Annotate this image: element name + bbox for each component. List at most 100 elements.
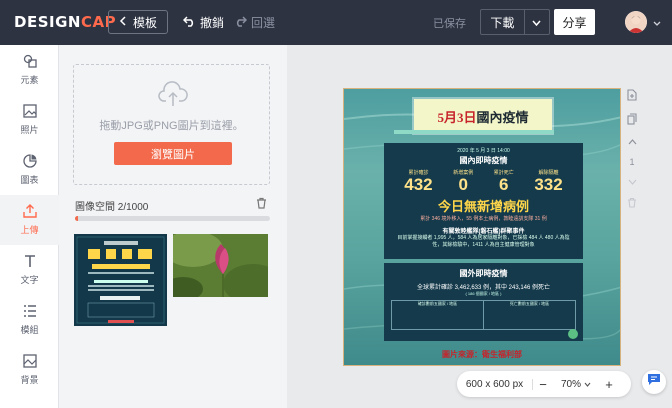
back-label: 模板 xyxy=(132,15,157,30)
stat-confirmed: 累計確診 432 xyxy=(404,169,432,194)
copy-page-icon[interactable] xyxy=(627,113,637,127)
global-total: 全球累計確診 3,462,633 例，其中 243,146 例死亡 xyxy=(416,285,551,291)
avatar xyxy=(625,11,647,33)
uploaded-image-thumbnail[interactable] xyxy=(74,234,167,326)
zoom-out-button[interactable]: − xyxy=(533,377,553,392)
table-confirmed: 確診數前五國家 / 地區 xyxy=(392,301,484,329)
stat-new: 新增案例 0 xyxy=(453,169,473,194)
chevron-left-icon xyxy=(119,15,127,29)
modules-icon xyxy=(23,304,37,320)
share-button[interactable]: 分享 xyxy=(554,9,595,35)
cloud-upload-icon xyxy=(158,81,188,112)
canvas-size[interactable]: 600 x 600 px xyxy=(457,378,533,390)
poster-title-rest: 國內疫情 xyxy=(476,109,529,125)
move-up-icon[interactable] xyxy=(628,137,637,147)
poster-date: 2020 年 5 月 3 日 14:00 xyxy=(457,148,510,154)
canvas-area: 5月3日 國內疫情 2020 年 5 月 3 日 14:00 國內即時疫情 累計確… xyxy=(287,45,672,408)
sidebar-item-background[interactable]: 背景 xyxy=(0,345,59,395)
account-menu[interactable] xyxy=(625,11,661,33)
global-stats-block[interactable]: 國外即時疫情 全球累計確診 3,462,633 例，其中 243,146 例死亡… xyxy=(384,263,583,341)
undo-label: 撤銷 xyxy=(200,16,225,30)
sidebar-item-text[interactable]: 文字 xyxy=(0,245,59,295)
design-canvas[interactable]: 5月3日 國內疫情 2020 年 5 月 3 日 14:00 國內即時疫情 累計確… xyxy=(343,88,621,366)
sidebar-item-upload[interactable]: 上傳 xyxy=(0,195,59,245)
move-down-icon[interactable] xyxy=(628,177,637,187)
stat-value: 432 xyxy=(404,175,433,194)
zoom-in-button[interactable]: + xyxy=(599,377,619,392)
redo-label: 回選 xyxy=(251,16,276,30)
stat-deaths: 累計死亡 6 xyxy=(494,169,514,194)
upload-panel: 拖動JPG或PNG圖片到這裡。 瀏覽圖片 圖像空間 2/1000 xyxy=(59,45,287,408)
undo-button[interactable]: 撤銷 xyxy=(182,14,225,31)
download-label: 下載 xyxy=(490,15,515,30)
zoom-bar: 600 x 600 px − 70% + xyxy=(457,371,631,397)
poster-title-date: 5月3日 xyxy=(437,109,477,125)
uploaded-image-thumbnail[interactable] xyxy=(173,234,268,297)
download-button[interactable]: 下載 xyxy=(480,9,550,35)
background-icon xyxy=(22,354,37,370)
dropzone-instructions: 拖動JPG或PNG圖片到這裡。 xyxy=(99,120,244,132)
chat-support-button[interactable] xyxy=(642,370,666,394)
undo-icon xyxy=(182,15,196,30)
chevron-down-icon xyxy=(584,379,591,390)
text-icon xyxy=(23,254,37,270)
sidebar-item-label: 照片 xyxy=(20,125,39,135)
top-countries-table: 確診數前五國家 / 地區 死亡數前五國家 / 地區 xyxy=(391,300,576,330)
top-bar: DESIGNCAP 模板 撤銷 回選 已保存 下載 分享 xyxy=(0,0,672,45)
upload-icon xyxy=(22,204,37,220)
sidebar-item-photos[interactable]: 照片 xyxy=(0,95,59,145)
storage-usage-fill xyxy=(75,216,78,221)
upload-dropzone[interactable]: 拖動JPG或PNG圖片到這裡。 瀏覽圖片 xyxy=(73,64,270,185)
table-header: 死亡數前五國家 / 地區 xyxy=(509,301,550,306)
event-title: 有關敦睦艦隊(磐石艦)群聚事件 xyxy=(442,229,525,235)
chevron-down-icon xyxy=(653,13,661,31)
sidebar-item-label: 文字 xyxy=(20,275,39,285)
storage-usage-label: 圖像空間 2/1000 xyxy=(75,202,149,213)
elements-icon xyxy=(23,54,37,70)
event-body: 目前掌握接觸者 1,995 人，584 人為居家隔離對象，已採檢 484 人 4… xyxy=(397,235,570,248)
table-header: 確診數前五國家 / 地區 xyxy=(417,301,458,306)
redo-icon xyxy=(234,15,248,30)
trash-icon[interactable] xyxy=(256,196,267,214)
hospital-logo-icon xyxy=(568,329,578,339)
page-tools: 1 xyxy=(625,89,639,210)
browse-images-button[interactable]: 瀏覽圖片 xyxy=(114,142,232,165)
title-underline xyxy=(394,130,554,134)
domestic-heading: 國內即時疫情 xyxy=(459,156,508,165)
image-source: 圖片來源：衛生福利部 xyxy=(442,350,522,359)
global-countries: ( 186 個國家 / 地區 ) xyxy=(465,291,502,296)
add-page-icon[interactable] xyxy=(627,89,637,103)
sidebar-item-charts[interactable]: 圖表 xyxy=(0,145,59,195)
stat-value: 6 xyxy=(499,175,509,194)
stat-value: 0 xyxy=(458,175,468,194)
chat-icon xyxy=(647,373,661,391)
poster-title[interactable]: 5月3日 國內疫情 xyxy=(414,99,552,133)
download-dropdown[interactable] xyxy=(523,10,549,34)
zoom-level: 70% xyxy=(560,378,581,390)
sidebar-item-modules[interactable]: 模組 xyxy=(0,295,59,345)
back-to-templates-button[interactable]: 模板 xyxy=(108,10,168,34)
chevron-down-icon xyxy=(532,15,541,29)
zoom-select[interactable]: 70% xyxy=(553,379,599,390)
table-deaths: 死亡數前五國家 / 地區 xyxy=(484,301,575,329)
chart-icon xyxy=(22,154,37,170)
photo-icon xyxy=(22,104,37,120)
sidebar-item-elements[interactable]: 元素 xyxy=(0,45,59,95)
saved-status: 已保存 xyxy=(433,18,466,30)
designcap-logo[interactable]: DESIGNCAP xyxy=(14,13,116,31)
domestic-stats-block[interactable]: 2020 年 5 月 3 日 14:00 國內即時疫情 累計確診 432 新增案例… xyxy=(384,143,583,259)
sidebar-item-label: 模組 xyxy=(20,325,39,335)
left-sidebar: 元素 照片 圖表 上傳 文字 模組 背景 xyxy=(0,45,59,408)
no-new-cases-heading: 今日無新增病例 xyxy=(437,199,529,214)
delete-page-icon[interactable] xyxy=(627,197,637,210)
no-new-cases-sub: 累計 346 境外移入，55 例本土病例，敦睦遠訓支隊 31 例 xyxy=(420,216,547,222)
stat-released: 解除隔離 332 xyxy=(534,169,562,194)
storage-usage-bar xyxy=(75,216,270,221)
stats-row: 累計確診 432 新增案例 0 累計死亡 6 解除隔離 332 xyxy=(384,169,583,194)
redo-button[interactable]: 回選 xyxy=(234,14,275,31)
global-heading: 國外即時疫情 xyxy=(459,269,508,278)
sidebar-item-label: 圖表 xyxy=(20,175,39,185)
sidebar-item-label: 背景 xyxy=(20,375,39,385)
sidebar-item-label: 元素 xyxy=(20,75,39,85)
sidebar-item-label: 上傳 xyxy=(20,225,39,235)
